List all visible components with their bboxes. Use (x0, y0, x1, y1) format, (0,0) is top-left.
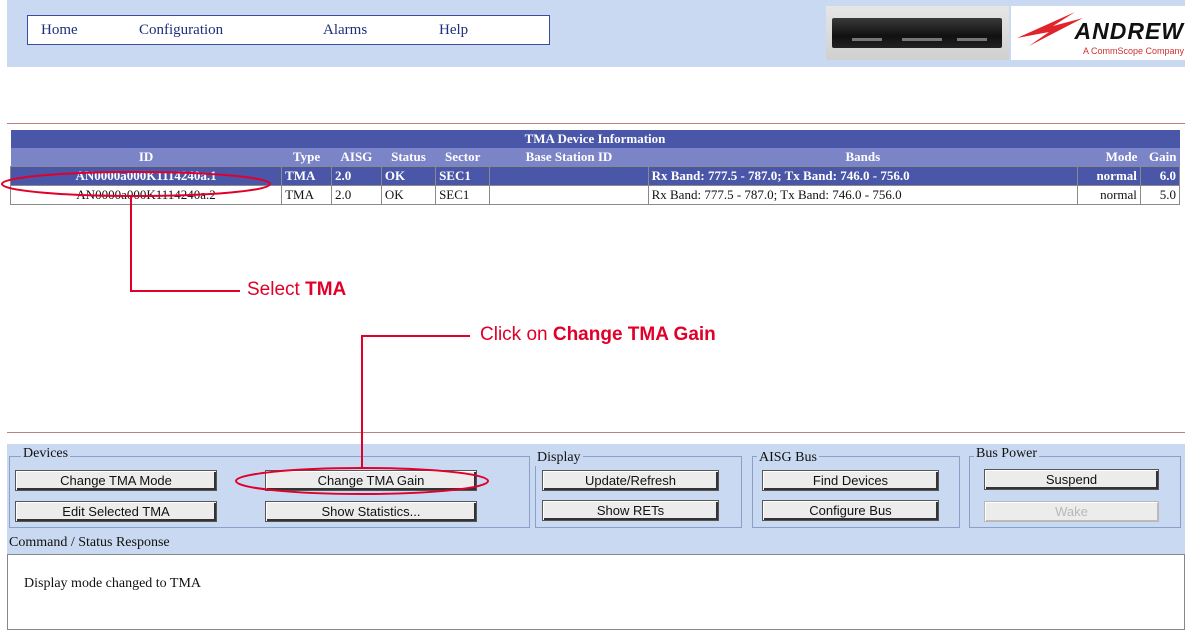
col-type: Type (281, 148, 332, 167)
table-row[interactable]: AN0000a000K1114240a.2 TMA 2.0 OK SEC1 Rx… (9, 185, 1181, 205)
status-label: Command / Status Response (9, 535, 170, 550)
cell-gain: 6.0 (1139, 166, 1181, 186)
find-devices-button[interactable]: Find Devices (762, 470, 939, 491)
annotation-select-bold: TMA (305, 279, 347, 300)
control-panel: Devices Display AISG Bus Bus Power Chang… (7, 444, 1185, 630)
change-tma-mode-button[interactable]: Change TMA Mode (15, 470, 217, 491)
col-aisg: AISG (331, 148, 382, 167)
cell-status: OK (380, 185, 437, 205)
cell-status: OK (380, 166, 437, 186)
annotation-click-change-gain: Click on Change TMA Gain (480, 324, 716, 346)
aisg-bus-group-label: AISG Bus (757, 450, 819, 466)
nav-alarms[interactable]: Alarms (323, 22, 367, 39)
divider (7, 432, 1185, 433)
cell-type: TMA (281, 185, 332, 205)
cell-bands: Rx Band: 777.5 - 787.0; Tx Band: 746.0 -… (647, 185, 1079, 205)
cell-bands: Rx Band: 777.5 - 787.0; Tx Band: 746.0 -… (647, 166, 1079, 186)
configure-bus-button[interactable]: Configure Bus (762, 500, 939, 521)
col-bands: Bands (648, 148, 1078, 167)
show-statistics-button[interactable]: Show Statistics... (265, 501, 477, 522)
col-status: Status (381, 148, 436, 167)
col-gain: Gain (1140, 148, 1180, 167)
change-tma-gain-button[interactable]: Change TMA Gain (265, 470, 477, 491)
cell-base-station-id (489, 166, 649, 186)
cell-sector: SEC1 (435, 166, 491, 186)
logo-text: ANDREW (1074, 18, 1184, 44)
cell-aisg: 2.0 (330, 185, 382, 205)
main-nav: Home Configuration Alarms Help (27, 15, 550, 45)
col-id: ID (10, 148, 282, 167)
show-rets-button[interactable]: Show RETs (542, 500, 719, 521)
tma-device-table: TMA Device Information ID Type AISG Stat… (9, 130, 1181, 205)
cell-mode: normal (1077, 166, 1141, 186)
cell-id: AN0000a000K1114240a.1 (9, 166, 283, 186)
cell-type: TMA (281, 166, 332, 186)
status-response-box: Display mode changed to TMA (7, 554, 1185, 630)
edit-selected-tma-button[interactable]: Edit Selected TMA (15, 501, 217, 522)
table-title: TMA Device Information (10, 130, 1180, 148)
cell-gain: 5.0 (1139, 185, 1181, 205)
nav-configuration[interactable]: Configuration (139, 22, 223, 39)
update-refresh-button[interactable]: Update/Refresh (542, 470, 719, 491)
callout-line-select (130, 196, 240, 292)
annotation-click-prefix: Click on (480, 324, 553, 345)
col-mode: Mode (1077, 148, 1141, 167)
logo-tagline: A CommScope Company (1082, 46, 1184, 56)
cell-aisg: 2.0 (330, 166, 382, 186)
nav-help[interactable]: Help (439, 22, 468, 39)
device-image (826, 6, 1009, 60)
bus-power-group-label: Bus Power (974, 446, 1040, 462)
annotation-select-prefix: Select (247, 279, 306, 300)
cell-mode: normal (1077, 185, 1141, 205)
nav-home[interactable]: Home (41, 22, 78, 39)
suspend-button[interactable]: Suspend (984, 469, 1159, 490)
status-message: Display mode changed to TMA (24, 576, 202, 591)
annotation-click-bold: Change TMA Gain (552, 324, 716, 345)
cell-sector: SEC1 (435, 185, 491, 205)
andrew-logo: ANDREW A CommScope Company (1011, 6, 1185, 60)
cell-id: AN0000a000K1114240a.2 (9, 185, 283, 205)
devices-group-label: Devices (21, 446, 71, 462)
annotation-select-tma: Select TMA (247, 279, 346, 301)
wake-button: Wake (984, 501, 1159, 522)
col-base-station-id: Base Station ID (489, 148, 649, 167)
cell-base-station-id (489, 185, 649, 205)
display-group-label: Display (535, 450, 583, 466)
divider (7, 123, 1185, 124)
col-sector: Sector (435, 148, 490, 167)
top-bar: Home Configuration Alarms Help ANDREW A … (7, 0, 1185, 67)
table-row[interactable]: AN0000a000K1114240a.1 TMA 2.0 OK SEC1 Rx… (9, 166, 1181, 186)
